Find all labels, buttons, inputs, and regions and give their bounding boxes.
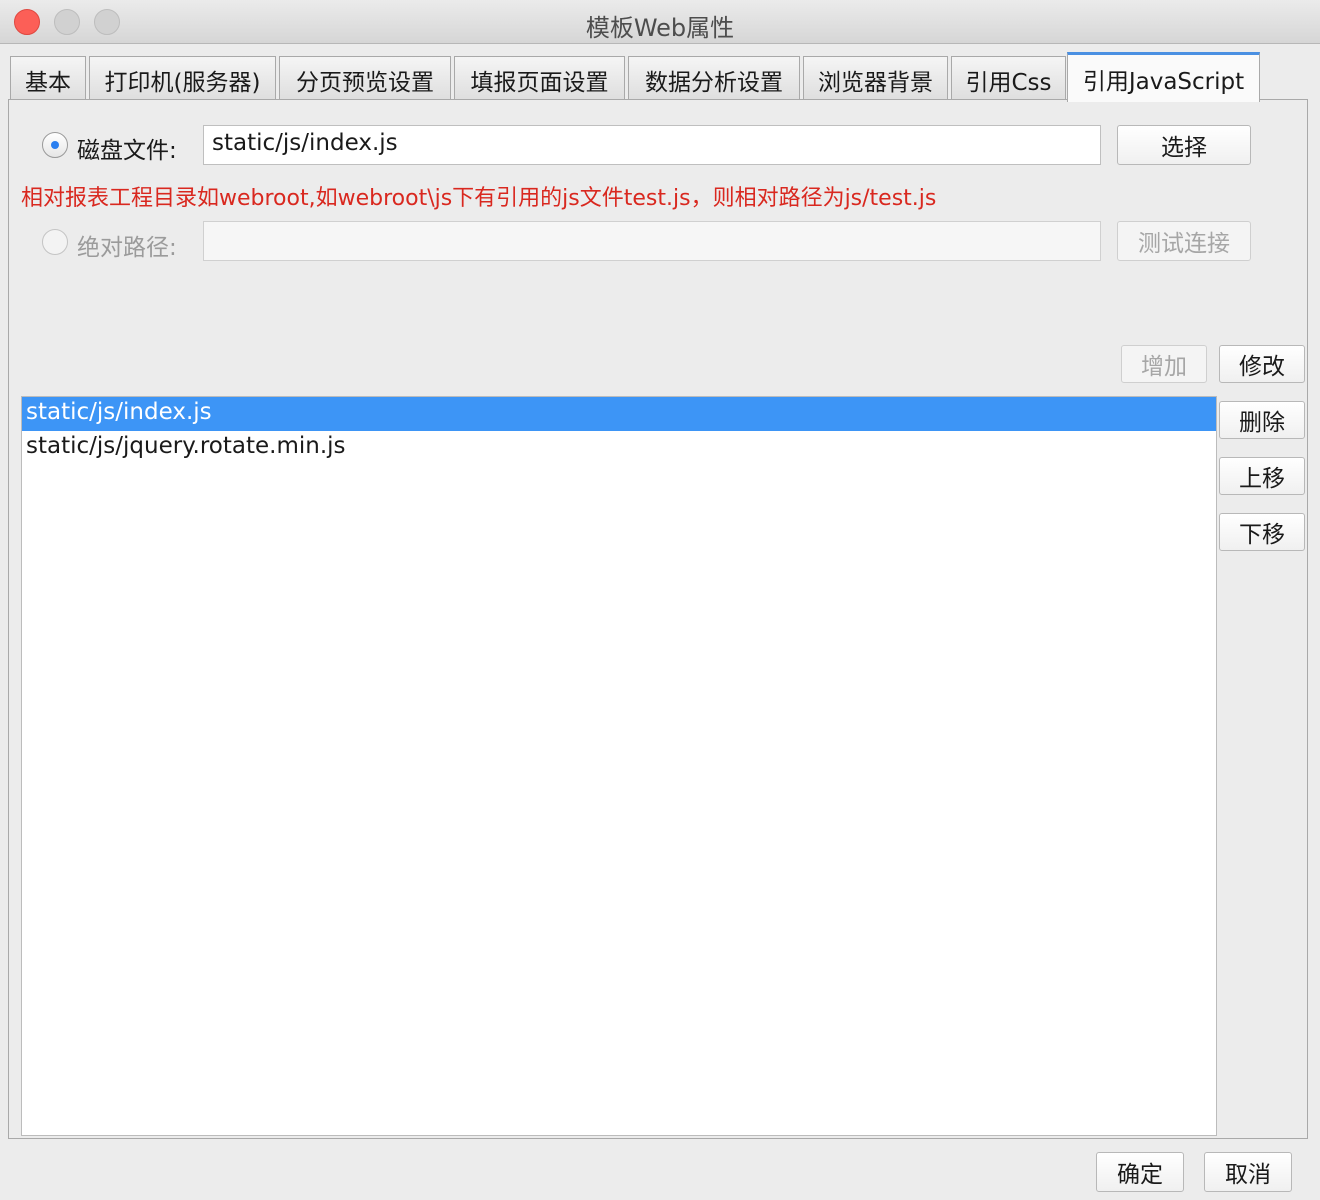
- relative-path-hint: 相对报表工程目录如webroot,如webroot\js下有引用的js文件tes…: [21, 186, 937, 211]
- absolute-path-label: 绝对路径:: [77, 235, 177, 261]
- disk-file-path-input[interactable]: static/js/index.js: [203, 125, 1101, 165]
- modify-button[interactable]: 修改: [1219, 345, 1305, 383]
- window-title: 模板Web属性: [585, 14, 735, 42]
- tab-printer[interactable]: 打印机(服务器): [89, 56, 276, 102]
- move-down-button[interactable]: 下移: [1219, 513, 1305, 551]
- tab-css[interactable]: 引用Css: [951, 56, 1066, 102]
- absolute-path-input[interactable]: [203, 221, 1101, 261]
- delete-button[interactable]: 删除: [1219, 401, 1305, 439]
- title-bar: 模板Web属性: [0, 0, 1320, 44]
- tab-page-preview[interactable]: 分页预览设置: [279, 56, 451, 102]
- move-up-button[interactable]: 上移: [1219, 457, 1305, 495]
- ok-button[interactable]: 确定: [1096, 1152, 1184, 1192]
- choose-file-button[interactable]: 选择: [1117, 125, 1251, 165]
- disk-file-radio[interactable]: [42, 132, 68, 158]
- add-button[interactable]: 增加: [1121, 345, 1207, 383]
- list-item[interactable]: static/js/jquery.rotate.min.js: [22, 431, 1216, 465]
- cancel-button[interactable]: 取消: [1204, 1152, 1292, 1192]
- list-item[interactable]: static/js/index.js: [22, 397, 1216, 431]
- radio-selected-dot: [51, 141, 59, 149]
- tab-data-analysis[interactable]: 数据分析设置: [628, 56, 800, 102]
- tab-basic[interactable]: 基本: [10, 56, 86, 102]
- tab-javascript[interactable]: 引用JavaScript: [1067, 52, 1260, 102]
- tab-fill-page[interactable]: 填报页面设置: [454, 56, 625, 102]
- disk-file-label: 磁盘文件:: [77, 138, 177, 164]
- javascript-panel: 磁盘文件: static/js/index.js 选择 相对报表工程目录如web…: [8, 99, 1308, 1139]
- test-connection-button[interactable]: 测试连接: [1117, 221, 1251, 261]
- javascript-file-list[interactable]: static/js/index.js static/js/jquery.rota…: [21, 396, 1217, 1136]
- tab-browser-background[interactable]: 浏览器背景: [803, 56, 948, 102]
- absolute-path-radio[interactable]: [42, 229, 68, 255]
